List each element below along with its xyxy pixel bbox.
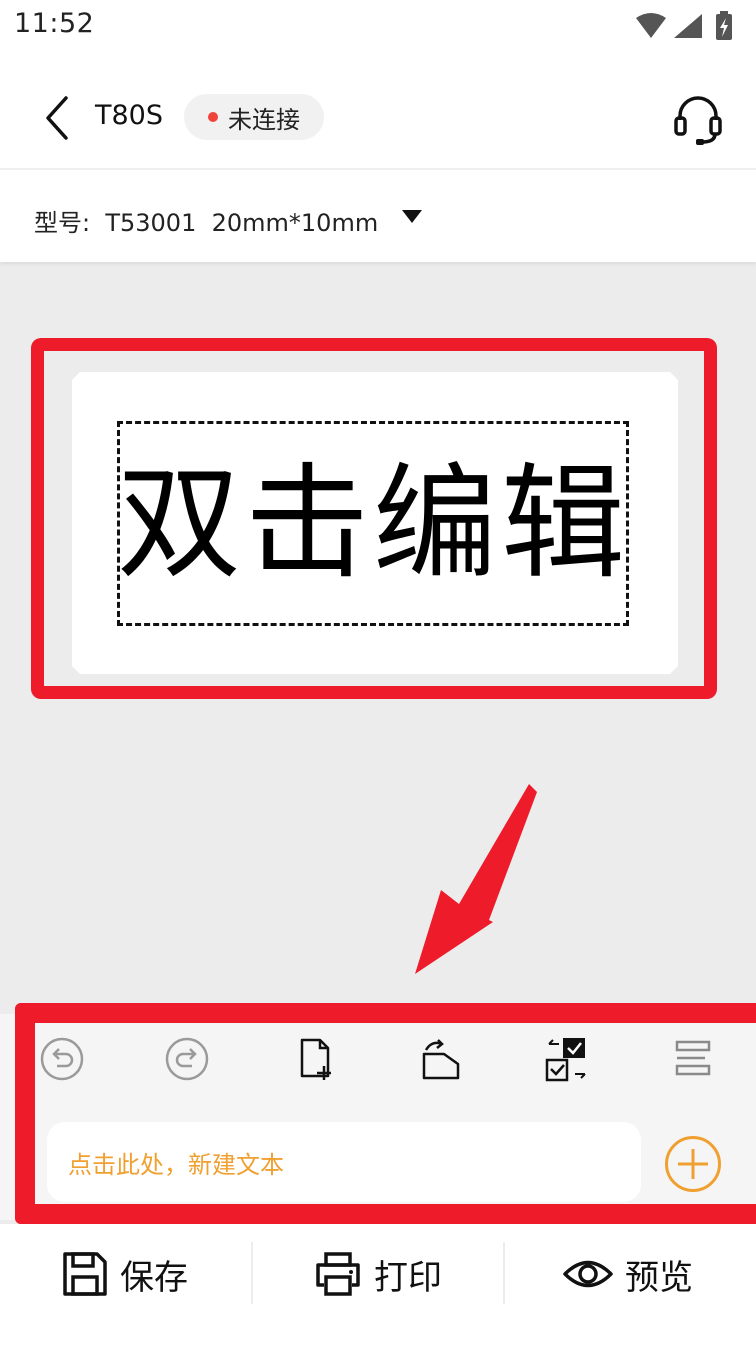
action-divider xyxy=(251,1242,253,1304)
headset-icon[interactable] xyxy=(672,90,724,146)
save-icon xyxy=(63,1252,107,1296)
caret-down-icon[interactable] xyxy=(402,210,422,223)
eye-icon xyxy=(563,1260,613,1288)
status-icons xyxy=(636,11,732,40)
save-button[interactable]: 保存 xyxy=(62,1244,188,1304)
connection-status-badge[interactable]: 未连接 xyxy=(184,94,324,140)
connection-status-text: 未连接 xyxy=(228,105,300,134)
wifi-icon xyxy=(636,13,666,38)
text-element[interactable]: 双击编辑 xyxy=(117,425,626,623)
printer-icon xyxy=(316,1252,360,1296)
annotation-highlight-toolbar xyxy=(15,1003,756,1224)
back-icon[interactable] xyxy=(36,92,76,144)
signal-icon xyxy=(674,14,702,38)
battery-icon xyxy=(716,11,732,40)
status-time: 11:52 xyxy=(14,8,95,39)
model-selector[interactable]: 型号: T53001 20mm*10mm xyxy=(0,170,756,262)
device-name: T80S xyxy=(95,100,163,131)
preview-button[interactable]: 预览 xyxy=(563,1244,693,1304)
annotation-arrow-icon xyxy=(415,784,537,974)
status-dot-icon xyxy=(208,112,218,122)
print-label: 打印 xyxy=(374,1257,442,1298)
save-label: 保存 xyxy=(120,1257,188,1298)
action-divider xyxy=(503,1242,505,1304)
model-selector-text[interactable]: 型号: T53001 20mm*10mm xyxy=(34,203,378,238)
print-button[interactable]: 打印 xyxy=(314,1244,442,1304)
preview-label: 预览 xyxy=(625,1257,693,1298)
